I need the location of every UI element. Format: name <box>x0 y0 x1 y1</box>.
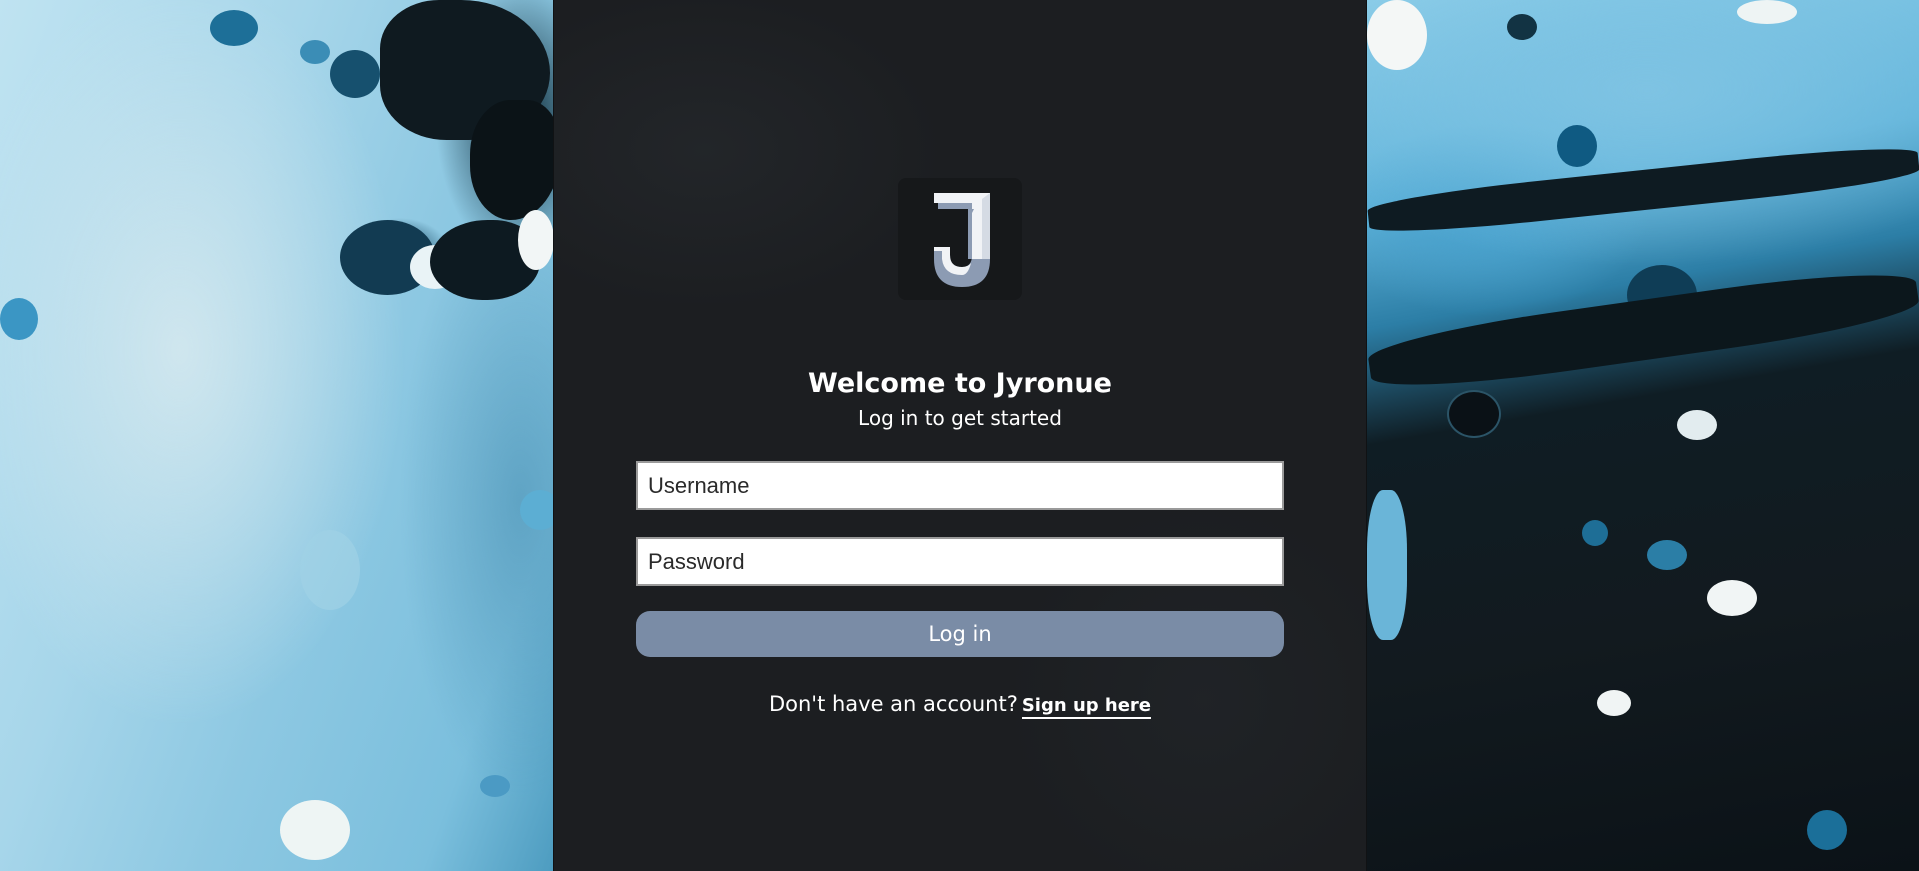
page-subtitle: Log in to get started <box>858 406 1062 430</box>
password-input[interactable] <box>636 537 1284 586</box>
username-input[interactable] <box>636 461 1284 510</box>
login-form: Log in <box>636 461 1284 657</box>
logo <box>898 178 1022 300</box>
jyronue-logo-icon <box>934 193 990 287</box>
left-decorative-image <box>0 0 554 871</box>
signup-link[interactable]: Sign up here <box>1021 695 1152 719</box>
login-page: Welcome to Jyronue Log in to get started… <box>0 0 1919 871</box>
login-button[interactable]: Log in <box>636 611 1284 657</box>
signup-row: Don't have an account? Sign up here <box>768 691 1152 719</box>
signup-prompt: Don't have an account? <box>768 692 1018 716</box>
page-title: Welcome to Jyronue <box>808 368 1112 399</box>
login-panel: Welcome to Jyronue Log in to get started… <box>553 0 1367 871</box>
right-decorative-image <box>1366 0 1919 871</box>
